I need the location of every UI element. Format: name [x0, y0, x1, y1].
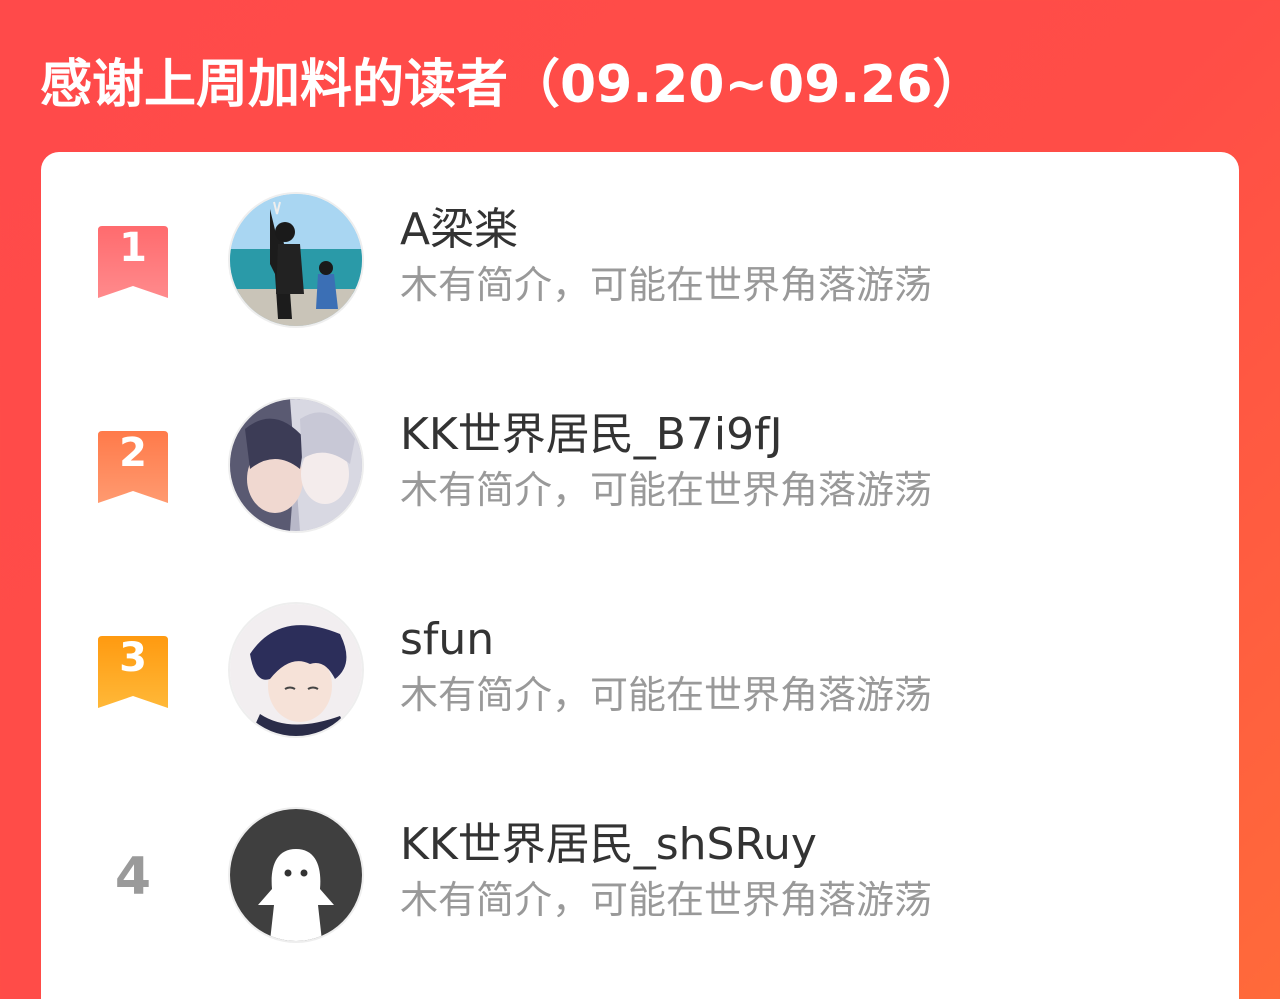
avatar[interactable]	[230, 604, 362, 736]
reader-bio: 木有简介，可能在世界角落游荡	[400, 468, 933, 512]
beach-photo-avatar-icon	[230, 194, 362, 326]
reader-bio: 木有简介，可能在世界角落游荡	[400, 878, 933, 922]
avatar[interactable]	[230, 194, 362, 326]
rank-ribbon-badge: 3	[98, 636, 168, 708]
reader-row[interactable]: 4 KK世界居民_shSRuy 木有简介，可能在世界角落游荡	[41, 809, 1239, 949]
anime-couple-avatar-icon	[230, 399, 362, 531]
rank-number: 4	[114, 847, 152, 907]
avatar[interactable]	[230, 399, 362, 531]
default-ghost-avatar-icon	[230, 809, 362, 941]
page-title: 感谢上周加料的读者（09.20~09.26）	[40, 55, 985, 115]
rank-number: 3	[119, 635, 147, 681]
anime-boy-avatar-icon	[230, 604, 362, 736]
reader-bio: 木有简介，可能在世界角落游荡	[400, 673, 933, 717]
avatar[interactable]	[230, 809, 362, 941]
reader-row[interactable]: 1 A梁楽 木有简介，可能在世界角落游荡	[41, 194, 1239, 334]
reader-name[interactable]: KK世界居民_B7i9fJ	[400, 409, 783, 461]
rank-number: 2	[119, 430, 147, 476]
reader-bio: 木有简介，可能在世界角落游荡	[400, 263, 933, 307]
rank-ribbon-badge: 1	[98, 226, 168, 298]
reader-row[interactable]: 3 sfun 木有简介，可能在世界角落游荡	[41, 604, 1239, 744]
reader-name[interactable]: KK世界居民_shSRuy	[400, 819, 817, 871]
reader-row[interactable]: 2 KK世界居民_B7i9fJ 木有简介，可能在世界角落游荡	[41, 399, 1239, 539]
reader-name[interactable]: sfun	[400, 614, 494, 666]
reader-list-card: 1 A梁楽 木有简介，可能在世界角落游荡 2 KK世界居民_B7i9fJ 木有简…	[41, 152, 1239, 999]
rank-ribbon-badge: 2	[98, 431, 168, 503]
reader-name[interactable]: A梁楽	[400, 204, 518, 256]
rank-number: 1	[119, 225, 147, 271]
